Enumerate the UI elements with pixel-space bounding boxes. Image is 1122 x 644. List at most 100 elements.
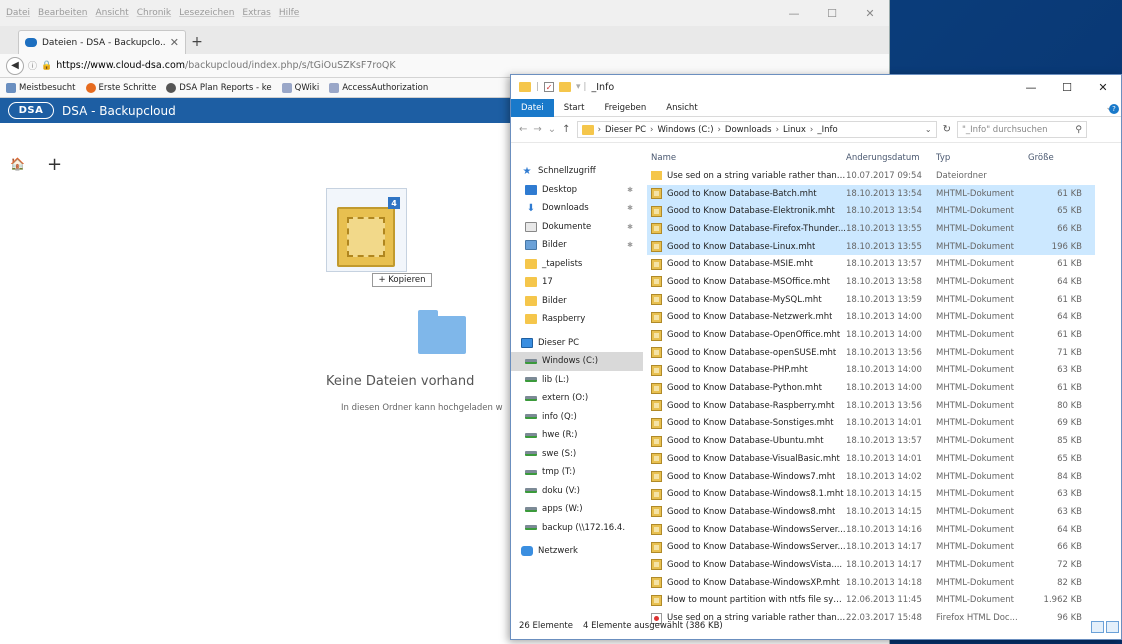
nav-item[interactable]: Dokumente ✱ — [511, 218, 643, 237]
nav-item[interactable]: apps (W:) — [511, 500, 643, 519]
info-icon[interactable]: ⓘ — [28, 59, 37, 72]
maximize-button[interactable]: ☐ — [1049, 75, 1085, 99]
file-row[interactable]: Good to Know Database-Windows8.mht 18.10.… — [647, 503, 1095, 521]
nav-item[interactable]: ⬇ Downloads ✱ — [511, 199, 643, 218]
breadcrumb-windows[interactable]: Windows (C:) — [657, 125, 713, 135]
file-row[interactable]: Good to Know Database-Firefox-Thunder...… — [647, 220, 1095, 238]
close-button[interactable]: ✕ — [1085, 75, 1121, 99]
file-row[interactable]: Good to Know Database-WindowsServer... 18… — [647, 538, 1095, 556]
pin-icon[interactable]: ✱ — [627, 241, 633, 249]
file-row[interactable]: Good to Know Database-VisualBasic.mht 18.… — [647, 450, 1095, 468]
nav-item[interactable]: ★ Schnellzugriff — [511, 162, 643, 181]
file-row[interactable]: Good to Know Database-Sonstiges.mht 18.10… — [647, 415, 1095, 433]
new-tab-button[interactable]: + — [186, 30, 208, 54]
pin-icon[interactable]: ✱ — [627, 223, 633, 231]
minimize-button[interactable]: — — [1013, 75, 1049, 99]
bookmark-erste-schritte[interactable]: Erste Schritte — [85, 82, 156, 93]
nav-item[interactable]: Dieser PC — [511, 334, 643, 353]
nav-item[interactable]: Raspberry — [511, 310, 643, 329]
menu-hilfe[interactable]: Hilfe — [279, 8, 299, 18]
menu-lesezeichen[interactable]: Lesezeichen — [179, 8, 234, 18]
large-icons-view-icon[interactable] — [1106, 621, 1119, 633]
breadcrumb-dieser-pc[interactable]: Dieser PC — [605, 125, 646, 135]
quick-access-dropdown-icon[interactable]: ▾ | — [576, 82, 586, 92]
file-row[interactable]: Good to Know Database-Linux.mht 18.10.201… — [647, 237, 1095, 256]
details-view-icon[interactable] — [1091, 621, 1104, 633]
pin-icon[interactable]: ✱ — [627, 204, 633, 212]
forward-arrow-icon[interactable]: → — [533, 124, 541, 135]
back-button[interactable]: ◀ — [6, 56, 24, 75]
lock-icon[interactable]: 🔒 — [41, 61, 52, 71]
menu-bearbeiten[interactable]: Bearbeiten — [38, 8, 87, 18]
search-icon[interactable]: ⚲ — [1075, 125, 1082, 135]
tab-datei[interactable]: Datei — [511, 98, 554, 117]
file-row[interactable]: Good to Know Database-MySQL.mht 18.10.201… — [647, 291, 1095, 309]
new-folder-icon[interactable] — [559, 82, 572, 92]
breadcrumb-info[interactable]: _Info — [817, 125, 837, 135]
file-row[interactable]: Good to Know Database-WindowsXP.mht 18.10… — [647, 574, 1095, 592]
nav-item[interactable]: swe (S:) — [511, 445, 643, 464]
tab-start[interactable]: Start — [554, 99, 595, 117]
breadcrumb-downloads[interactable]: Downloads — [725, 125, 772, 135]
file-row[interactable]: Good to Know Database-Raspberry.mht 18.10… — [647, 397, 1095, 415]
nav-item[interactable]: lib (L:) — [511, 371, 643, 390]
nav-item[interactable]: hwe (R:) — [511, 426, 643, 445]
back-arrow-icon[interactable]: ← — [519, 124, 527, 135]
nav-item[interactable]: Bilder — [511, 292, 643, 311]
file-row[interactable]: Use sed on a string variable rather than… — [647, 167, 1095, 185]
menu-chronik[interactable]: Chronik — [137, 8, 171, 18]
file-row[interactable]: Good to Know Database-Python.mht 18.10.20… — [647, 379, 1095, 397]
chevron-down-icon[interactable]: ⌄ — [925, 125, 932, 134]
help-icon[interactable]: ? — [1109, 104, 1119, 114]
file-row[interactable]: Good to Know Database-OpenOffice.mht 18.1… — [647, 326, 1095, 344]
bookmark-qwiki[interactable]: QWiki — [281, 82, 319, 93]
up-arrow-icon[interactable]: ↑ — [562, 124, 570, 135]
nav-item[interactable]: extern (O:) — [511, 389, 643, 408]
minimize-button[interactable]: — — [775, 7, 813, 20]
column-type[interactable]: Typ — [936, 153, 1026, 163]
file-row[interactable]: Good to Know Database-Windows7.mht 18.10.… — [647, 468, 1095, 486]
refresh-icon[interactable]: ↻ — [943, 124, 951, 135]
bookmark-accessauthorization[interactable]: AccessAuthorization — [329, 82, 428, 93]
nav-item[interactable]: backup (\\172.16.4. — [511, 519, 643, 538]
home-icon[interactable]: 🏠 — [10, 157, 25, 171]
file-row[interactable]: Good to Know Database-PHP.mht 18.10.2013 … — [647, 362, 1095, 380]
nav-item[interactable]: Windows (C:) — [511, 352, 643, 371]
dsa-logo[interactable]: DSA — [8, 102, 54, 119]
url-bar[interactable]: https://www.cloud-dsa.com/backupcloud/in… — [56, 60, 395, 71]
file-row[interactable]: Good to Know Database-WindowsServer... 18… — [647, 521, 1095, 539]
tab-dateien[interactable]: Dateien - DSA - Backupclo... ✕ — [18, 30, 186, 54]
search-input[interactable]: "_Info" durchsuchen ⚲ — [956, 121, 1087, 138]
nav-item[interactable]: doku (V:) — [511, 482, 643, 501]
close-button[interactable]: ✕ — [851, 7, 889, 20]
menu-datei[interactable]: Datei — [6, 8, 30, 18]
column-name[interactable]: Name — [647, 153, 846, 163]
maximize-button[interactable]: ☐ — [813, 7, 851, 20]
file-row[interactable]: Good to Know Database-Windows8.1.mht 18.1… — [647, 485, 1095, 503]
file-row[interactable]: How to mount partition with ntfs file sy… — [647, 592, 1095, 610]
menu-ansicht[interactable]: Ansicht — [95, 8, 128, 18]
close-tab-icon[interactable]: ✕ — [170, 36, 179, 49]
tab-freigeben[interactable]: Freigeben — [594, 99, 656, 117]
nav-item[interactable]: Bilder ✱ — [511, 236, 643, 255]
menu-extras[interactable]: Extras — [242, 8, 270, 18]
breadcrumb-linux[interactable]: Linux — [783, 125, 806, 135]
file-row[interactable]: Good to Know Database-openSUSE.mht 18.10.… — [647, 344, 1095, 362]
new-button[interactable]: + — [47, 154, 62, 175]
nav-item[interactable]: info (Q:) — [511, 408, 643, 427]
file-row[interactable]: Good to Know Database-Netzwerk.mht 18.10.… — [647, 309, 1095, 327]
tab-ansicht[interactable]: Ansicht — [656, 99, 707, 117]
nav-item[interactable]: Desktop ✱ — [511, 181, 643, 200]
file-row[interactable]: Good to Know Database-Batch.mht 18.10.201… — [647, 184, 1095, 203]
bookmark-dsa-plan-reports[interactable]: DSA Plan Reports - ke — [166, 82, 272, 93]
nav-item[interactable]: _tapelists — [511, 255, 643, 274]
pin-icon[interactable]: ✱ — [627, 186, 633, 194]
column-date[interactable]: Änderungsdatum — [846, 153, 936, 163]
nav-item[interactable]: Netzwerk — [511, 542, 643, 561]
file-row[interactable]: Good to Know Database-WindowsVista.... 18… — [647, 556, 1095, 574]
recent-dropdown-icon[interactable]: ⌄ — [548, 124, 556, 135]
file-row[interactable]: Good to Know Database-Elektronik.mht 18.1… — [647, 202, 1095, 221]
file-row[interactable]: Good to Know Database-MSOffice.mht 18.10.… — [647, 273, 1095, 291]
address-bar[interactable]: › Dieser PC › Windows (C:) › Downloads ›… — [576, 121, 937, 138]
nav-item[interactable]: 17 — [511, 273, 643, 292]
